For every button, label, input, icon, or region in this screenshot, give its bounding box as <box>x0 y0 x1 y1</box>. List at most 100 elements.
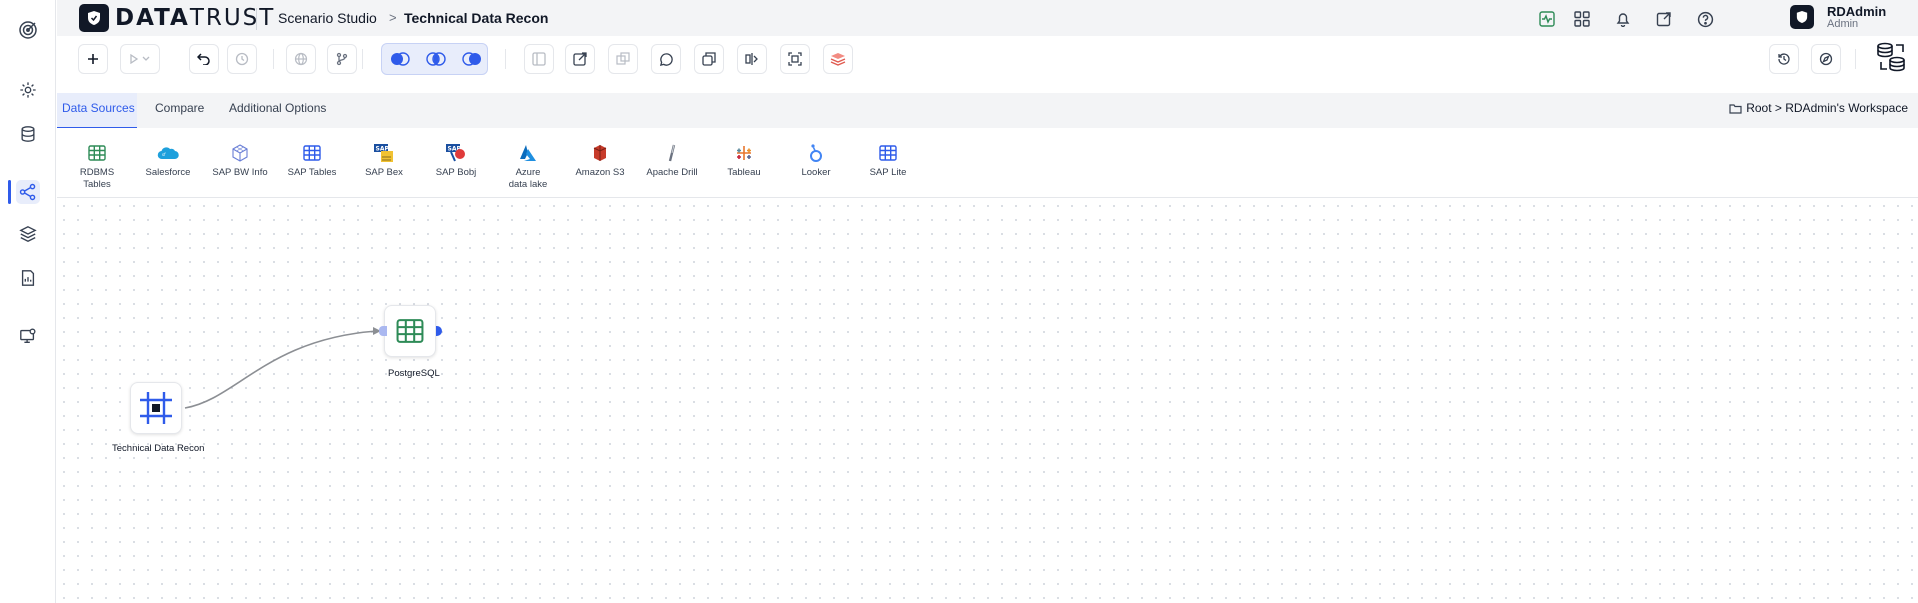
breadcrumb-current: Technical Data Recon <box>404 10 549 26</box>
source-label: Tableau <box>727 167 761 178</box>
workflow-icon[interactable] <box>16 180 40 204</box>
source-label: RDBMS Tables <box>79 167 115 190</box>
settings-icon[interactable] <box>16 78 40 102</box>
copy-disabled-icon[interactable] <box>608 44 638 74</box>
avatar[interactable] <box>1790 5 1814 29</box>
source-sap-bw-info[interactable]: SAP BW Info <box>210 142 270 179</box>
header-divider <box>256 8 257 30</box>
source-sap-bex[interactable]: SAP SAP Bex <box>354 142 414 179</box>
toolbar-divider <box>1855 49 1856 69</box>
collapse-panel-icon[interactable] <box>524 44 554 74</box>
left-join-icon[interactable] <box>390 51 410 72</box>
source-label: SAP BW Info <box>212 167 268 178</box>
source-salesforce[interactable]: sf Salesforce <box>138 142 198 179</box>
workspace-path[interactable]: Root > RDAdmin's Workspace <box>1729 101 1908 115</box>
run-button[interactable] <box>120 44 160 74</box>
tab-compare[interactable]: Compare <box>155 101 204 115</box>
input-port[interactable] <box>379 326 387 336</box>
tab-additional-options[interactable]: Additional Options <box>229 101 326 115</box>
connection-edge[interactable] <box>57 199 1918 603</box>
target-icon[interactable] <box>16 18 40 42</box>
left-nav-rail <box>0 0 56 603</box>
datatrust-logo[interactable]: DATATRUST <box>79 4 275 32</box>
source-label: SAP Tables <box>287 167 337 178</box>
folder-icon <box>1729 103 1742 114</box>
bell-icon[interactable] <box>1613 9 1633 29</box>
source-sap-tables[interactable]: SAP Tables <box>282 142 342 179</box>
toolbar-divider <box>362 49 363 69</box>
layers-icon[interactable] <box>16 222 40 246</box>
sap-bex-icon: SAP <box>373 142 395 164</box>
tabs: Data Sources Compare Additional Options <box>57 93 1918 129</box>
inner-join-icon[interactable] <box>426 51 446 72</box>
table-icon <box>86 142 108 164</box>
data-sources-panel: RDBMS Tables sf Salesforce SAP BW Info S… <box>57 128 1918 198</box>
workflow-canvas[interactable]: Technical Data Recon PostgreSQL <box>57 199 1918 603</box>
source-amazon-s3[interactable]: Amazon S3 <box>570 142 630 179</box>
source-label: Apache Drill <box>646 167 698 178</box>
source-tableau[interactable]: Tableau <box>714 142 774 179</box>
monitor-settings-icon[interactable] <box>16 324 40 348</box>
looker-icon <box>805 142 827 164</box>
toolbar-divider <box>505 49 506 69</box>
restore-icon[interactable] <box>1769 44 1799 74</box>
breadcrumb-separator: > <box>389 10 397 25</box>
export-icon[interactable] <box>565 44 595 74</box>
toolbar-divider <box>273 49 274 69</box>
activity-icon[interactable] <box>1537 9 1557 29</box>
crop-frame-icon <box>140 392 172 424</box>
breadcrumb-parent[interactable]: Scenario Studio <box>278 10 377 26</box>
table-icon <box>877 142 899 164</box>
active-indicator <box>8 180 11 204</box>
source-label: Azure data lake <box>508 167 548 190</box>
right-join-icon[interactable] <box>462 51 482 72</box>
node-postgresql[interactable] <box>384 305 436 357</box>
layer-stack-icon[interactable] <box>823 44 853 74</box>
data-transfer-icon[interactable] <box>1874 40 1908 79</box>
canvas-toolbar <box>57 37 1918 77</box>
tableau-icon <box>733 142 755 164</box>
align-icon[interactable] <box>737 44 767 74</box>
shield-logo-icon <box>79 4 109 32</box>
source-sap-lite[interactable]: SAP Lite <box>858 142 918 179</box>
undo-button[interactable] <box>189 44 219 74</box>
source-label: Salesforce <box>145 167 191 178</box>
source-looker[interactable]: Looker <box>786 142 846 179</box>
history-icon[interactable] <box>227 44 257 74</box>
database-icon[interactable] <box>16 122 40 146</box>
source-label: SAP Bex <box>365 167 403 178</box>
fit-view-icon[interactable] <box>780 44 810 74</box>
globe-icon[interactable] <box>286 44 316 74</box>
external-link-icon[interactable] <box>1654 9 1674 29</box>
source-azure-data-lake[interactable]: Azure data lake <box>498 142 558 191</box>
node-label: Technical Data Recon <box>112 443 205 454</box>
report-icon[interactable] <box>16 266 40 290</box>
user-name[interactable]: RDAdmin <box>1827 4 1886 19</box>
node-label: PostgreSQL <box>388 368 440 379</box>
join-type-group <box>381 43 488 75</box>
table-icon <box>396 319 424 343</box>
source-rdbms-tables[interactable]: RDBMS Tables <box>67 142 127 191</box>
logo-wordmark: DATATRUST <box>115 5 276 31</box>
cube-icon <box>229 142 251 164</box>
user-role: Admin <box>1827 18 1859 30</box>
source-sap-bobj[interactable]: SAP SAP Bobj <box>426 142 486 179</box>
table-icon <box>301 142 323 164</box>
branch-icon[interactable] <box>327 44 357 74</box>
tab-data-sources[interactable]: Data Sources <box>62 101 135 115</box>
salesforce-cloud-icon: sf <box>157 142 179 164</box>
apache-drill-icon <box>661 142 683 164</box>
source-label: SAP Lite <box>869 167 907 178</box>
node-technical-data-recon[interactable] <box>130 382 182 434</box>
help-icon[interactable] <box>1695 9 1715 29</box>
compass-icon[interactable] <box>1811 44 1841 74</box>
azure-icon <box>517 142 539 164</box>
comment-icon[interactable] <box>651 44 681 74</box>
apps-grid-icon[interactable] <box>1572 9 1592 29</box>
source-label: Looker <box>801 167 831 178</box>
add-button[interactable] <box>78 44 108 74</box>
amazon-s3-icon <box>589 142 611 164</box>
source-apache-drill[interactable]: Apache Drill <box>642 142 702 179</box>
duplicate-icon[interactable] <box>694 44 724 74</box>
workspace-path-label: Root > RDAdmin's Workspace <box>1746 101 1908 115</box>
